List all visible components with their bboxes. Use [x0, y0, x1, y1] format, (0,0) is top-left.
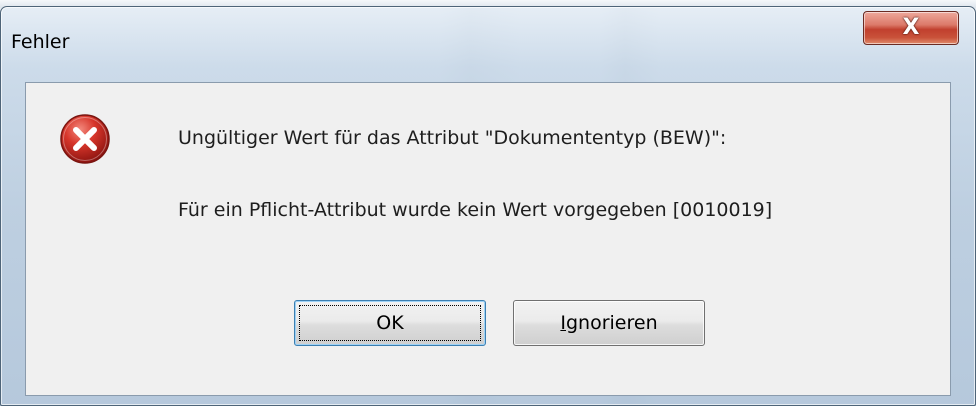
ignore-button[interactable]: Ignorieren — [513, 300, 705, 346]
ok-button-label: OK — [376, 312, 404, 334]
error-dialog: Fehler X Ungültiger Wert für das Attribu… — [0, 6, 976, 406]
ignore-button-label: Ignorieren — [560, 312, 658, 334]
dialog-content: Ungültiger Wert für das Attribut "Dokume… — [25, 82, 951, 396]
error-message-line-1: Ungültiger Wert für das Attribut "Dokume… — [178, 127, 727, 149]
dialog-title: Fehler — [11, 31, 70, 53]
error-message-line-2: Für ein Pflicht-Attribut wurde kein Wert… — [178, 199, 773, 221]
error-icon — [60, 114, 110, 164]
close-icon: X — [902, 15, 920, 40]
close-button[interactable]: X — [863, 11, 959, 45]
ok-button[interactable]: OK — [294, 300, 486, 346]
